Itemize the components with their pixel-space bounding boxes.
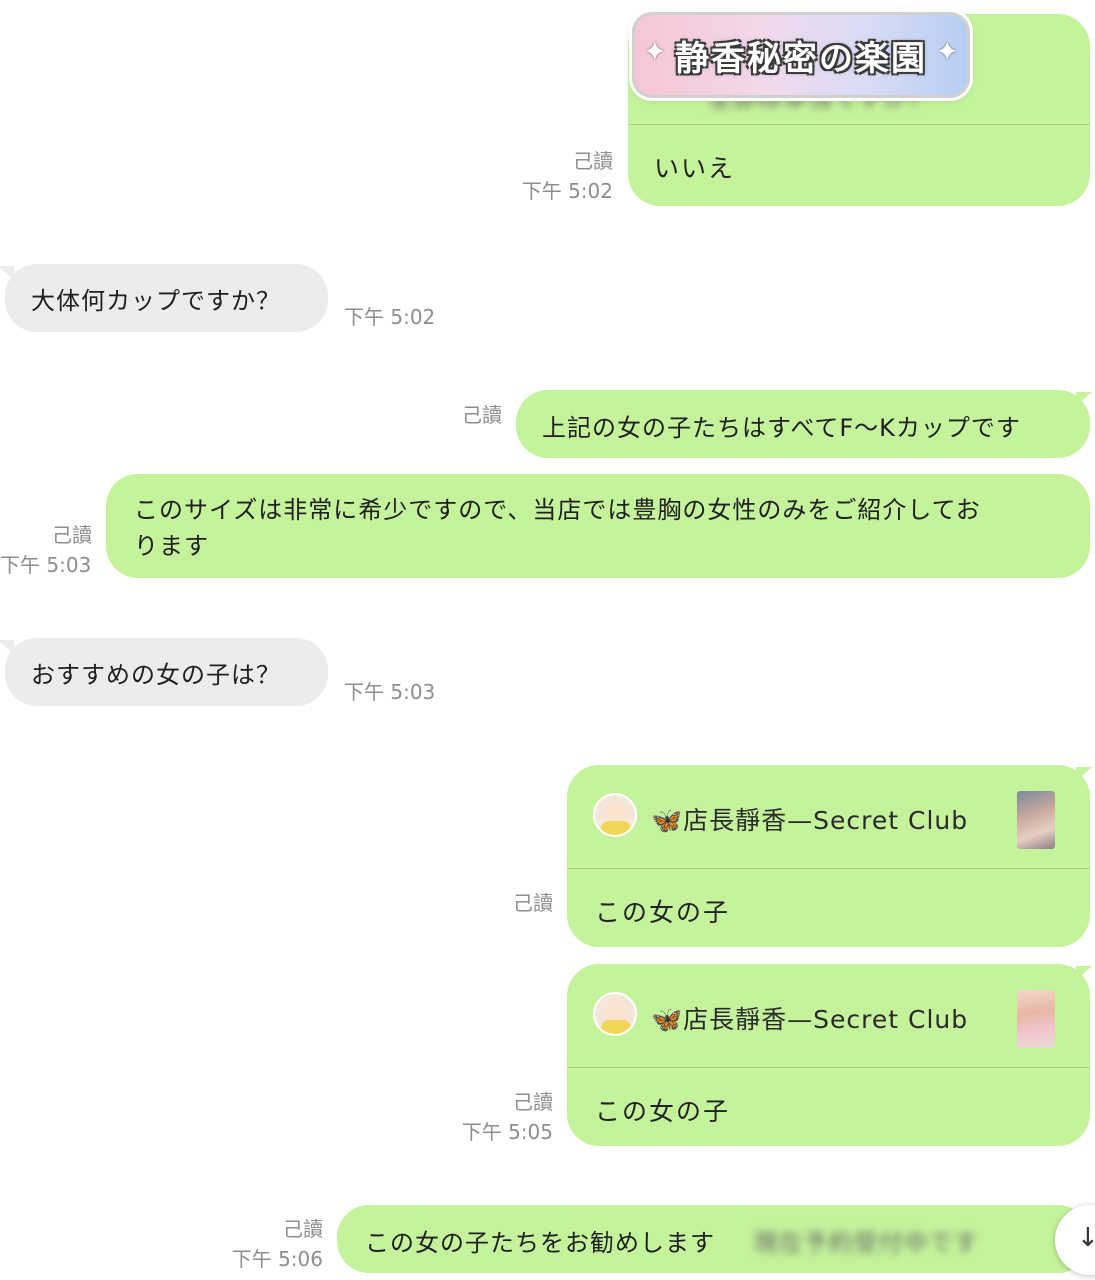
message-text: おすすめの女の子は？ [31,661,281,689]
read-receipt: 己讀 [52,523,92,547]
profile-thumbnail [1017,791,1055,849]
message-text: この女の子 [595,1097,731,1126]
shop-logo-banner: ✦ 静香秘密の楽園 ✦ [632,12,970,98]
message-bubble-outgoing[interactable]: この女の子たちをお勧めします 現在予約受付中です [337,1205,1090,1273]
avatar [593,793,637,837]
read-receipt: 己讀 [283,1217,323,1241]
card-divider [567,868,1090,869]
profile-thumbnail [1017,990,1055,1048]
sparkle-icon: ✦ [935,35,959,68]
message-bubble-incoming[interactable]: おすすめの女の子は？ [5,638,328,706]
blurred-text: 現在予約受付中です [753,1229,979,1257]
logo-text: 静香秘密の楽園 [675,39,927,79]
message-text: 上記の女の子たちはすべてF～Kカップです [542,414,1021,442]
card-title: 🦋店長靜香—Secret Club [651,1005,969,1034]
arrow-down-icon: ↓ [1077,1223,1095,1253]
read-receipt: 己讀 [462,403,502,427]
avatar [593,992,637,1036]
card-title: 🦋店長靜香—Secret Club [651,806,969,835]
message-text-line: ります [134,532,209,560]
shared-contact-card[interactable]: 🦋店長靜香—Secret Club この女の子 [567,964,1090,1146]
message-text: この女の子たちをお勧めします [365,1229,715,1257]
message-time: 下午 5:03 [344,680,436,704]
card-divider [628,124,1090,125]
message-time: 下午 5:03 [0,553,92,577]
message-text: いいえ [654,154,736,183]
message-time: 下午 5:02 [344,305,436,329]
shared-contact-card[interactable]: 🦋店長靜香—Secret Club この女の子 [567,765,1090,947]
message-bubble-outgoing[interactable]: このサイズは非常に希少ですので、当店では豊胸の女性のみをご紹介してお ります [106,474,1090,578]
read-receipt: 己讀 [513,891,553,915]
message-text-line: このサイズは非常に希少ですので、当店では豊胸の女性のみをご紹介してお [134,496,981,524]
card-divider [567,1067,1090,1068]
message-bubble-outgoing[interactable]: 上記の女の子たちはすべてF～Kカップです [516,390,1090,458]
message-time: 下午 5:02 [521,179,613,203]
read-receipt: 己讀 [573,149,613,173]
message-time: 下午 5:05 [461,1120,553,1144]
message-text: 大体何カップですか？ [31,287,281,315]
message-text: この女の子 [595,898,731,927]
message-time: 下午 5:06 [231,1247,323,1271]
message-bubble-incoming[interactable]: 大体何カップですか？ [5,264,328,332]
read-receipt: 己讀 [513,1090,553,1114]
